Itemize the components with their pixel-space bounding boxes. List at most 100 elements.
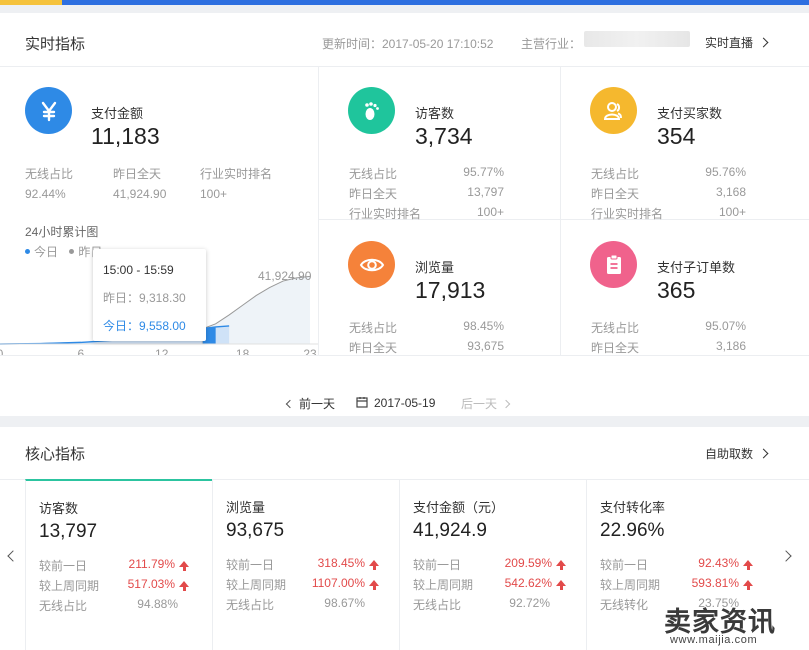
arrow-up-icon [743, 560, 753, 570]
scroll-left-button[interactable] [0, 480, 25, 650]
core-card-value: 22.96% [600, 520, 665, 541]
core-card-r2-label: 较上周同期 [600, 578, 661, 592]
core-card-value: 13,797 [39, 521, 98, 542]
core-card-r2-text: 593.81% [691, 576, 739, 590]
chart-tooltip: 15:00 - 15:59 昨日：9,318.30 今日：9,558.00 [93, 249, 206, 341]
core-title: 核心指标 [25, 446, 86, 463]
industry-label: 主营行业： [521, 37, 582, 51]
core-card-r1-value: 318.45% [289, 556, 379, 570]
self-service-label: 自助取数 [705, 447, 754, 461]
realtime-panel: 实时指标 更新时间：2017-05-20 17:10:52 主营行业： 实时直播… [0, 13, 809, 416]
top-tab-indicator [0, 0, 62, 5]
core-card-label: 浏览量 [226, 500, 266, 515]
arrow-up-icon [743, 580, 753, 590]
realtime-header: 实时指标 更新时间：2017-05-20 17:10:52 主营行业： 实时直播 [0, 13, 809, 67]
tooltip-yesterday: 昨日：9,318.30 [103, 291, 186, 305]
pay-amount-value: 11,183 [91, 123, 160, 149]
core-card-value: 41,924.9 [413, 520, 487, 541]
date-picker[interactable]: 2017-05-19 [356, 395, 435, 410]
visitors-stat-label: 昨日全天 [349, 187, 398, 201]
suborders-stat-label: 无线占比 [591, 321, 640, 335]
core-card-label: 访客数 [39, 501, 79, 516]
x-tick-label: 6 [78, 347, 85, 355]
pageviews-value: 17,913 [415, 277, 486, 303]
buyers-stat-label: 无线占比 [591, 167, 640, 181]
industry-value-blurred [584, 31, 690, 47]
core-card-r3-label: 无线占比 [226, 598, 275, 612]
core-card-pageviews[interactable]: 浏览量 93,675 较前一日 318.45% 较上周同期 1107.00% 无… [212, 480, 399, 650]
core-card-pay-amount[interactable]: 支付金额（元） 41,924.9 较前一日 209.59% 较上周同期 542.… [399, 480, 586, 650]
arrow-up-icon [369, 580, 379, 590]
buyers-stat-value: 95.76% [705, 165, 746, 179]
visitors-value: 3,734 [415, 123, 473, 149]
pay-wireless-label: 无线占比 [25, 167, 74, 181]
buyers-stat-value: 100+ [718, 205, 746, 219]
visitors-stat-value: 95.77% [463, 165, 504, 179]
chevron-left-icon [285, 399, 295, 409]
live-link[interactable]: 实时直播 [705, 34, 769, 51]
eye-icon [348, 241, 395, 288]
core-card-r3-value: 92.72% [509, 596, 550, 610]
date-label: 2017-05-19 [374, 396, 436, 410]
core-card-r2-value: 542.62% [476, 576, 566, 590]
arrow-up-icon [556, 560, 566, 570]
next-day-label: 后一天 [461, 397, 498, 411]
buyers-stat-value: 3,168 [715, 185, 746, 199]
core-card-r2-label: 较上周同期 [39, 579, 100, 593]
core-card-r3-value: 94.88% [137, 597, 178, 611]
clipboard-icon [590, 241, 637, 288]
arrow-up-icon [369, 560, 379, 570]
divider [560, 67, 561, 355]
core-card-visitors[interactable]: 访客数 13,797 较前一日 211.79% 较上周同期 517.03% 无线… [25, 479, 212, 650]
footprint-icon [348, 87, 395, 134]
divider [318, 67, 319, 355]
x-tick-label: 0 [0, 347, 4, 355]
prev-day-button[interactable]: 前一天 [285, 395, 335, 412]
core-card-r1-text: 209.59% [504, 556, 552, 570]
buyers-stat-label: 昨日全天 [591, 187, 640, 201]
suborders-value: 365 [657, 277, 696, 303]
watermark-url: www.maijia.com [670, 634, 758, 646]
core-card-label: 支付金额（元） [413, 500, 505, 515]
visitors-stat-value: 13,797 [467, 185, 504, 199]
peak-value-label: 41,924.90 [258, 269, 312, 283]
chevron-right-icon [501, 399, 511, 409]
core-card-r1-value: 92.43% [663, 556, 753, 570]
core-card-r3-value: 98.67% [324, 596, 365, 610]
core-card-r2-label: 较上周同期 [226, 578, 287, 592]
core-card-r1-label: 较前一日 [39, 559, 88, 573]
core-card-r1-label: 较前一日 [226, 558, 275, 572]
core-card-r1-text: 211.79% [128, 557, 175, 571]
pageviews-stat-value: 98.45% [463, 319, 504, 333]
buyers-stat-label: 行业实时排名 [591, 207, 664, 221]
core-card-r1-value: 209.59% [476, 556, 566, 570]
pay-amount-label: 支付金额 [91, 106, 144, 121]
pay-yesterday-value: 41,924.90 [113, 187, 167, 201]
self-service-link[interactable]: 自助取数 [705, 445, 769, 462]
top-accent-bar [0, 0, 809, 5]
chevron-right-icon [758, 448, 769, 459]
core-card-r1-text: 92.43% [698, 556, 739, 570]
core-card-r2-label: 较上周同期 [413, 578, 474, 592]
pageviews-stat-label: 昨日全天 [349, 341, 398, 355]
calendar-icon [356, 397, 368, 408]
pay-yesterday-label: 昨日全天 [113, 167, 162, 181]
core-card-r1-text: 318.45% [317, 556, 365, 570]
core-card-r1-label: 较前一日 [413, 558, 462, 572]
tooltip-time: 15:00 - 15:59 [103, 263, 174, 277]
x-tick-label: 12 [155, 347, 169, 355]
next-day-button[interactable]: 后一天 [461, 395, 511, 412]
tooltip-today: 今日：9,558.00 [103, 319, 186, 333]
pageviews-label: 浏览量 [415, 260, 455, 275]
core-card-r1-value: 211.79% [99, 557, 189, 571]
core-card-label: 支付转化率 [600, 500, 666, 515]
pageviews-stat-label: 无线占比 [349, 321, 398, 335]
update-time: 更新时间：2017-05-20 17:10:52 [322, 37, 494, 51]
core-card-r1-label: 较前一日 [600, 558, 649, 572]
pageviews-stat-value: 93,675 [467, 339, 504, 353]
day-navigator: 前一天 2017-05-19 后一天 [0, 355, 809, 416]
suborders-label: 支付子订单数 [657, 260, 736, 275]
core-card-r3-label: 无线占比 [39, 599, 88, 613]
arrow-up-icon [179, 561, 189, 571]
core-card-r2-text: 542.62% [504, 576, 552, 590]
